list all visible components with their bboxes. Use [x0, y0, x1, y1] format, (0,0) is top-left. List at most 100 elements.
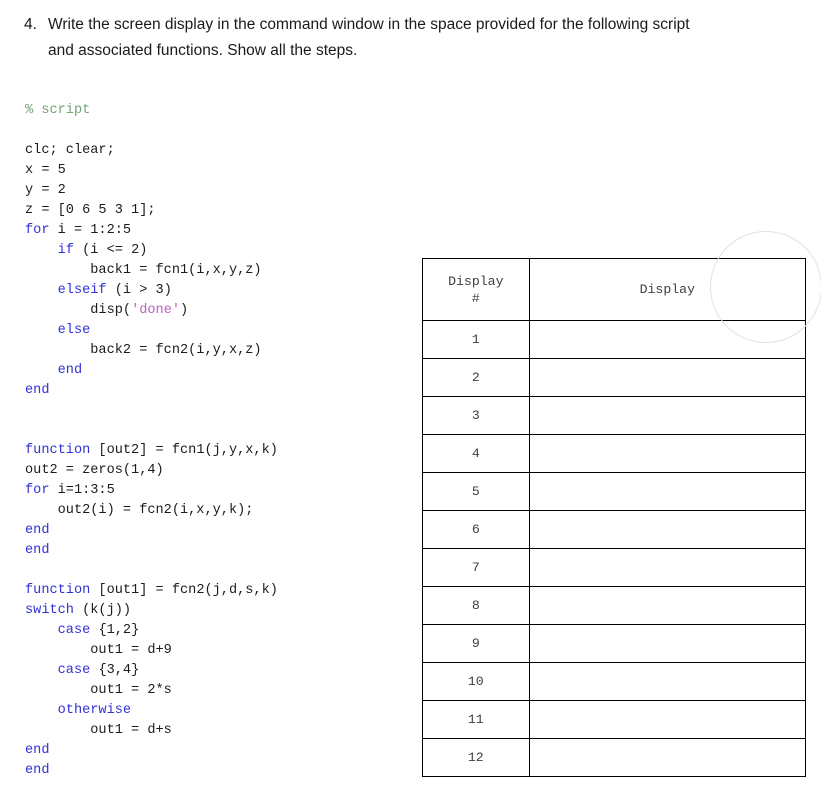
cell-display-number: 1	[422, 320, 530, 359]
code-token-keyword: function	[25, 583, 91, 598]
code-line: function [out1] = fcn2(j,d,s,k)	[25, 581, 415, 601]
code-line: out2 = zeros(1,4)	[25, 461, 415, 481]
code-line: out2(i) = fcn2(i,x,y,k);	[25, 501, 415, 521]
code-token-plain: y = 2	[25, 183, 66, 198]
code-token-keyword: function	[25, 443, 91, 458]
cell-display-number: 7	[422, 548, 530, 587]
cell-display-answer[interactable]	[528, 548, 807, 587]
code-line: if (i <= 2)	[25, 241, 415, 261]
table-row: 1	[422, 320, 807, 359]
code-line: end	[25, 741, 415, 761]
code-token-plain: out2 = zeros(1,4)	[25, 463, 164, 478]
code-line: otherwise	[25, 701, 415, 721]
cell-display-number: 5	[422, 472, 530, 511]
question-block: 4. Write the screen display in the comma…	[24, 12, 784, 64]
question-first-line: 4. Write the screen display in the comma…	[24, 12, 784, 38]
code-line: y = 2	[25, 181, 415, 201]
code-line: end	[25, 381, 415, 401]
code-token-plain: back2 = fcn2(i,y,x,z)	[25, 343, 262, 358]
code-token-plain: out1 = d+s	[25, 723, 172, 738]
code-token-plain: )	[180, 303, 189, 318]
code-token-keyword: otherwise	[57, 703, 132, 718]
cell-display-answer[interactable]	[528, 738, 807, 777]
question-text-line1: Write the screen display in the command …	[48, 16, 690, 33]
code-line: function [out2] = fcn1(j,y,x,k)	[25, 441, 415, 461]
cell-display-answer[interactable]	[528, 472, 807, 511]
header-display: Display	[528, 258, 807, 321]
table-header: Display # Display	[422, 258, 807, 321]
code-token-plain: out1 = d+9	[25, 643, 172, 658]
code-token-plain: out2(i) = fcn2(i,x,y,k);	[25, 503, 254, 518]
cell-display-number: 3	[422, 396, 530, 435]
code-token-plain: x = 5	[25, 163, 66, 178]
code-line: elseif (i > 3)	[25, 281, 415, 301]
code-token-keyword: switch	[25, 603, 74, 618]
cell-display-number: 6	[422, 510, 530, 549]
cell-display-number: 9	[422, 624, 530, 663]
table-row: 7	[422, 548, 807, 587]
code-token-plain: (k(j))	[73, 603, 132, 618]
code-token-keyword: end	[57, 363, 83, 378]
question-number: 4.	[24, 16, 37, 33]
code-line: for i = 1:2:5	[25, 221, 415, 241]
table-row: 4	[422, 434, 807, 473]
cell-display-number: 2	[422, 358, 530, 397]
table-row: 6	[422, 510, 807, 549]
code-line: z = [0 6 5 3 1];	[25, 201, 415, 221]
table-header-row: Display # Display	[422, 258, 807, 321]
code-token-plain: (i > 3)	[106, 283, 172, 298]
code-line: end	[25, 761, 415, 781]
cell-display-answer[interactable]	[528, 510, 807, 549]
cell-display-answer[interactable]	[528, 586, 807, 625]
code-line: end	[25, 521, 415, 541]
table-body: 1 2 3 4 5 6 7 8 9 10 11 12	[422, 320, 807, 777]
code-token-keyword: case	[57, 663, 91, 678]
code-line: back2 = fcn2(i,y,x,z)	[25, 341, 415, 361]
code-token-plain: disp(	[25, 303, 132, 318]
cell-display-number: 10	[422, 662, 530, 701]
code-token-plain: i=1:3:5	[49, 483, 115, 498]
table-row: 12	[422, 738, 807, 777]
code-listing: % script clc; clear; x = 5 y = 2 z = [0 6 5…	[25, 101, 415, 781]
code-line: disp('done')	[25, 301, 415, 321]
cell-display-answer[interactable]	[528, 700, 807, 739]
code-token-keyword: for	[25, 483, 50, 498]
code-line: x = 5	[25, 161, 415, 181]
code-line: out1 = d+9	[25, 641, 415, 661]
cell-display-answer[interactable]	[528, 396, 807, 435]
cell-display-number: 12	[422, 738, 530, 777]
code-line: out1 = 2*s	[25, 681, 415, 701]
code-line: case {3,4}	[25, 661, 415, 681]
cell-display-answer[interactable]	[528, 662, 807, 701]
cell-display-number: 4	[422, 434, 530, 473]
table-row: 9	[422, 624, 807, 663]
table-row: 8	[422, 586, 807, 625]
header-display-number-label: Display	[448, 273, 504, 289]
cell-display-answer[interactable]	[528, 320, 807, 359]
cell-display-answer[interactable]	[528, 624, 807, 663]
cell-display-number: 11	[422, 700, 530, 739]
code-token-plain: [out1] = fcn2(j,d,s,k)	[90, 583, 278, 598]
code-line: for i=1:3:5	[25, 481, 415, 501]
table-row: 10	[422, 662, 807, 701]
cell-display-answer[interactable]	[528, 358, 807, 397]
code-line: case {1,2}	[25, 621, 415, 641]
table-row: 2	[422, 358, 807, 397]
cell-display-number: 8	[422, 586, 530, 625]
cell-display-answer[interactable]	[528, 434, 807, 473]
code-token-string: 'done'	[131, 303, 181, 318]
code-token-plain: (i <= 2)	[73, 243, 148, 258]
code-line: end	[25, 541, 415, 561]
code-token-comment: % script	[25, 103, 91, 118]
code-token-keyword: case	[57, 623, 91, 638]
